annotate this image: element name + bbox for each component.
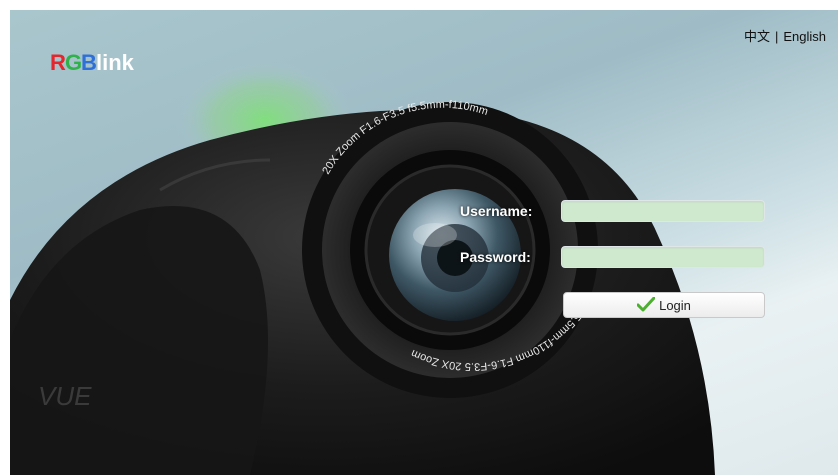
password-input[interactable] (561, 246, 765, 268)
logo-letter-g: G (65, 50, 82, 75)
rgblink-logo: R G B link (50, 50, 135, 75)
logo-word-link: link (96, 50, 135, 75)
camera-background-image: 20X Zoom F1.6-F3.5 f5.5mm-f110mm f5.5mm-… (10, 60, 715, 475)
language-switcher: 中文 | English (744, 26, 826, 45)
lang-chinese-link[interactable]: 中文 (744, 29, 770, 44)
lang-english-link[interactable]: English (783, 29, 826, 44)
checkmark-icon (637, 297, 656, 312)
username-input[interactable] (561, 200, 765, 222)
password-label: Password: (460, 249, 531, 265)
login-page-background: 20X Zoom F1.6-F3.5 f5.5mm-f110mm f5.5mm-… (10, 10, 838, 475)
login-button-label: Login (659, 297, 691, 313)
logo-letter-r: R (50, 50, 66, 75)
login-button[interactable]: Login (563, 292, 765, 318)
lang-separator: | (774, 29, 779, 44)
logo-letter-b: B (81, 50, 97, 75)
username-label: Username: (460, 203, 533, 219)
product-mark: VUE (38, 381, 92, 411)
